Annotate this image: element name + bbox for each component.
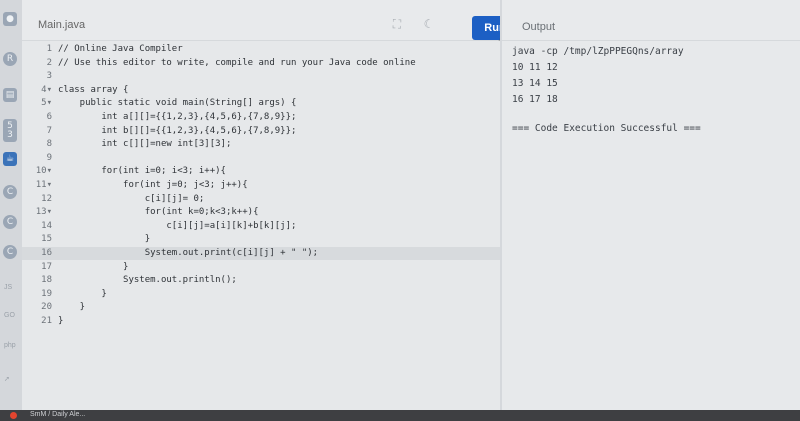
code-text: }	[58, 288, 107, 299]
line-number: 15	[41, 234, 52, 245]
output-panel: java -cp /tmp/lZpPPEGQns/array 10 11 12 13…	[502, 41, 800, 410]
code-line[interactable]: 8 int c[][]=new int[3][3];	[22, 138, 500, 151]
java-icon[interactable]: ☕	[3, 152, 17, 166]
code-text: }	[58, 316, 64, 326]
code-text: public static void main(String[] args) {	[58, 98, 297, 109]
line-number: 1	[46, 44, 52, 54]
code-text: }	[58, 261, 129, 272]
line-number: 17	[41, 261, 52, 272]
code-line[interactable]: 21}	[22, 315, 500, 328]
output-header: Output	[502, 0, 800, 41]
line-number: 2	[46, 57, 52, 68]
line-number: 10▾	[35, 166, 52, 177]
code-line[interactable]: 20 }	[22, 301, 500, 314]
line-number: 21	[41, 316, 52, 326]
code-editor[interactable]: 1 // Online Java Compiler 2 // Use this edi…	[22, 41, 500, 410]
code-line[interactable]: 2 // Use this editor to write, compile an…	[22, 57, 500, 70]
code-text: // Use this editor to write, compile and…	[58, 57, 416, 68]
code-text: int c[][]=new int[3][3];	[58, 139, 232, 150]
output-line: 10 11 12	[512, 62, 558, 73]
line-number: 6	[46, 112, 52, 122]
python-icon[interactable]: ●	[3, 12, 17, 26]
code-line[interactable]: 9	[22, 152, 500, 165]
sidebar-label-php[interactable]: php	[4, 342, 16, 349]
code-text: for(int k=0;k<3;k++){	[58, 207, 259, 218]
line-number: 12	[41, 193, 52, 204]
code-text: System.out.print(c[i][j] + " ");	[58, 248, 319, 258]
line-number: 8	[46, 139, 52, 150]
code-line[interactable]: 16 System.out.print(c[i][j] + " ");	[22, 247, 500, 260]
code-text: System.out.println();	[58, 275, 237, 286]
cpp-icon[interactable]: C	[3, 215, 17, 229]
code-text: }	[58, 302, 86, 313]
code-text: for(int i=0; i<3; i++){	[58, 166, 226, 177]
code-line[interactable]: 10▾ for(int i=0; i<3; i++){	[22, 165, 500, 178]
line-number: 16	[41, 248, 52, 258]
editor-header: Main.java ⛶ ☾ Run ☝	[22, 0, 518, 50]
line-number: 9	[46, 152, 52, 163]
code-text: int a[][]={{1,2,3},{4,5,6},{7,8,9}};	[58, 112, 297, 122]
csharp-icon[interactable]: C	[3, 245, 17, 259]
sql-icon[interactable]: ▤	[3, 88, 17, 102]
code-line[interactable]: 19 }	[22, 288, 500, 301]
code-line[interactable]: 3	[22, 70, 500, 83]
c-icon[interactable]: C	[3, 185, 17, 199]
line-number: 14	[41, 220, 52, 231]
fullscreen-icon[interactable]: ⛶	[390, 17, 404, 31]
line-number: 7	[46, 125, 52, 136]
code-line[interactable]: 5▾ public static void main(String[] args…	[22, 97, 500, 110]
line-number: 18	[41, 275, 52, 286]
output-title: Output	[522, 21, 556, 33]
code-line[interactable]: 18 System.out.println();	[22, 274, 500, 287]
code-line[interactable]: 12 c[i][j]= 0;	[22, 193, 500, 206]
line-number: 3	[46, 71, 52, 82]
code-line[interactable]: 14 c[i][j]=a[i][k]+b[k][j];	[22, 220, 500, 233]
language-sidebar: ● R ▤ 5 3 ☕ C C C JS GO php ➚	[0, 0, 23, 410]
line-number: 5▾	[41, 98, 52, 109]
code-text: c[i][j]= 0;	[58, 193, 205, 204]
taskbar-title[interactable]: SmM / Daily Ale...	[30, 411, 85, 418]
line-number: 4▾	[41, 84, 52, 95]
file-tab[interactable]: Main.java	[38, 19, 85, 31]
code-text: }	[58, 234, 151, 245]
code-line[interactable]: 15 }	[22, 233, 500, 246]
line-number: 13▾	[35, 207, 52, 218]
code-line[interactable]: 17 }	[22, 261, 500, 274]
code-text: int b[][]={{1,2,3},{4,5,6},{7,8,9}};	[58, 125, 297, 136]
code-line[interactable]: 1 // Online Java Compiler	[22, 43, 500, 56]
dark-mode-icon[interactable]: ☾	[422, 17, 436, 31]
code-line[interactable]: 11▾ for(int j=0; j<3; j++){	[22, 179, 500, 192]
line-number: 19	[41, 288, 52, 299]
code-text: c[i][j]=a[i][k]+b[k][j];	[58, 220, 297, 231]
code-text: for(int j=0; j<3; j++){	[58, 180, 248, 190]
code-line[interactable]: 6 int a[][]={{1,2,3},{4,5,6},{7,8,9}};	[22, 111, 500, 124]
browser-icon[interactable]	[10, 412, 17, 419]
output-line: java -cp /tmp/lZpPPEGQns/array	[512, 46, 684, 57]
line-number: 20	[41, 302, 52, 313]
output-line: 13 14 15	[512, 78, 558, 89]
code-line[interactable]: 4▾ class array {	[22, 84, 500, 97]
sidebar-label-js[interactable]: JS	[4, 284, 12, 291]
js-icon[interactable]: 3	[3, 128, 17, 142]
line-number: 11▾	[35, 180, 52, 190]
code-text: class array {	[58, 84, 129, 95]
sidebar-label-go[interactable]: GO	[4, 312, 15, 319]
r-icon[interactable]: R	[3, 52, 17, 66]
code-line[interactable]: 7 int b[][]={{1,2,3},{4,5,6},{7,8,9}};	[22, 125, 500, 138]
output-line: 16 17 18	[512, 94, 558, 105]
output-line: === Code Execution Successful ===	[512, 123, 701, 134]
taskbar: SmM / Daily Ale...	[0, 410, 800, 421]
code-line[interactable]: 13▾ for(int k=0;k<3;k++){	[22, 206, 500, 219]
swift-icon[interactable]: ➚	[4, 375, 10, 383]
code-text: // Online Java Compiler	[58, 44, 183, 54]
